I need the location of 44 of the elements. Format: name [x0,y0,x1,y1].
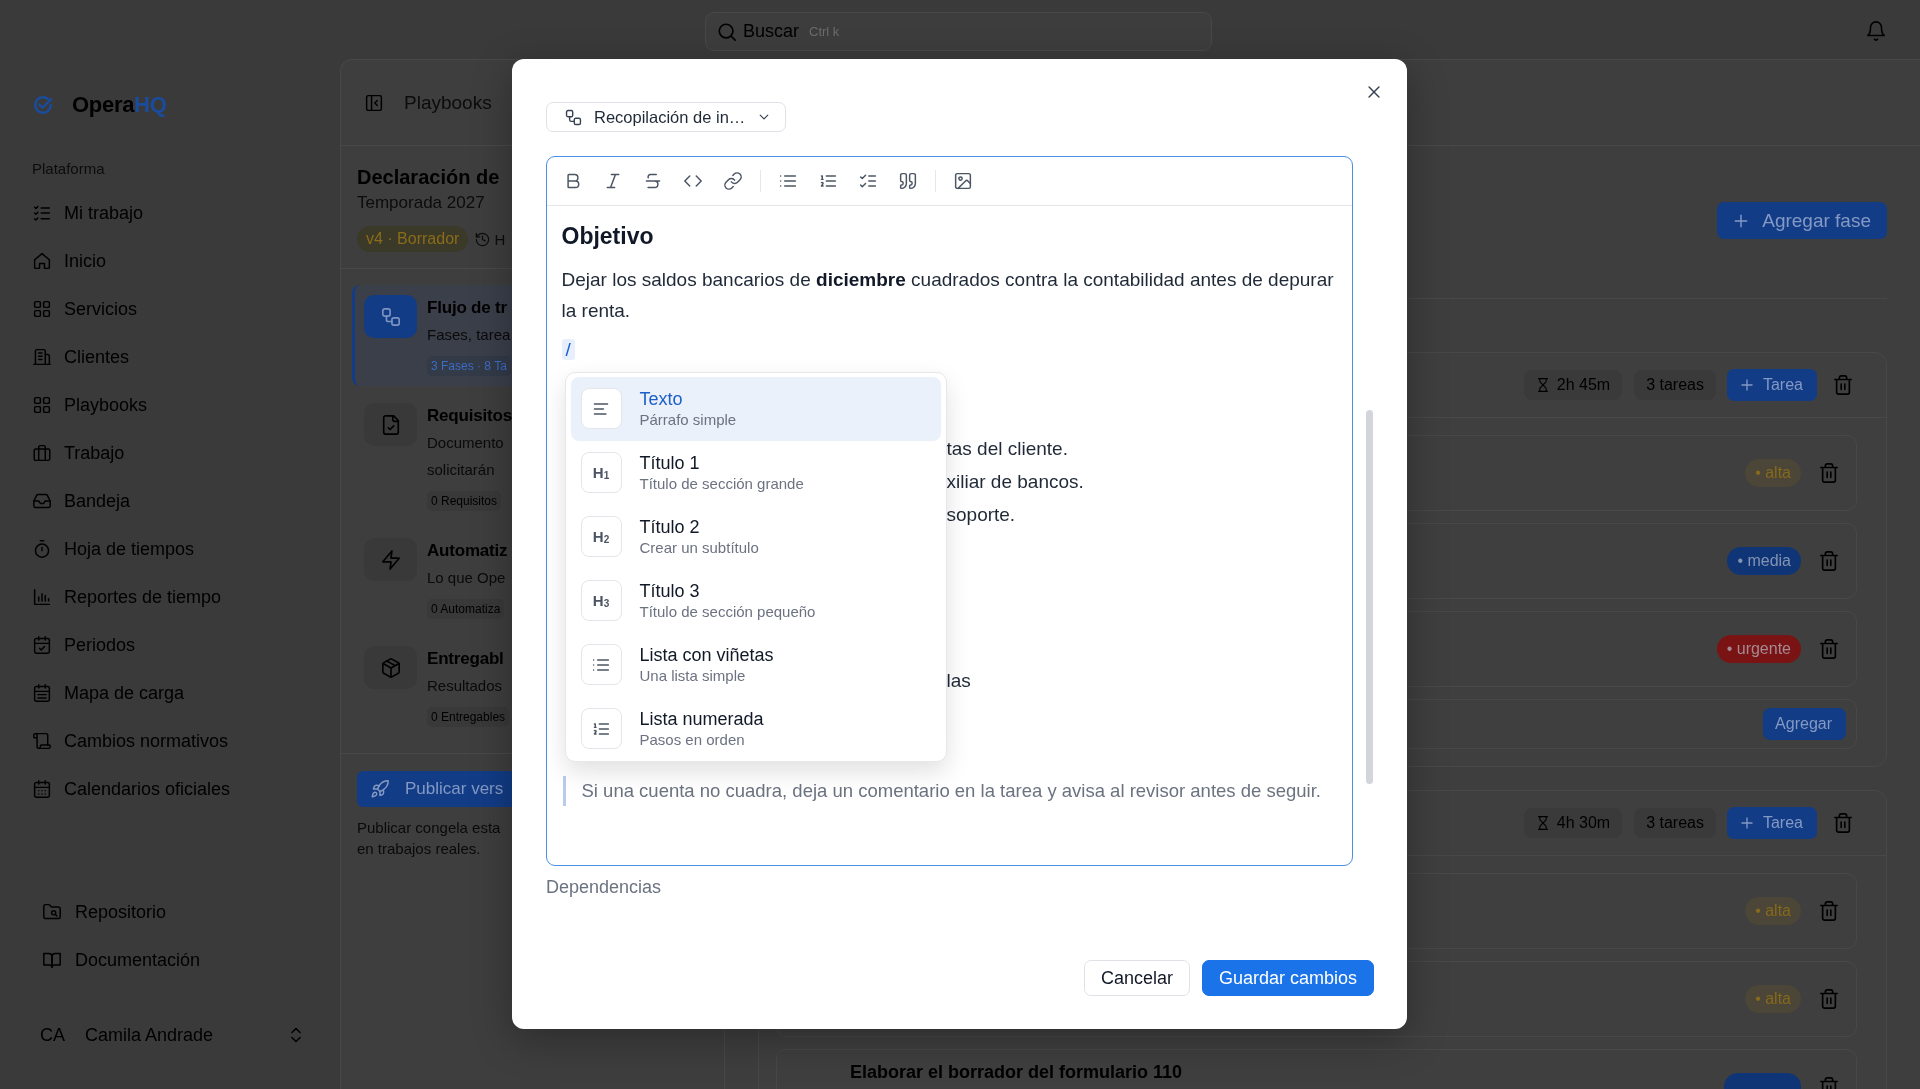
list-item-text: xiliar de bancos. [946,470,1084,492]
menu-item-description: Crear un subtítulo [639,537,759,558]
heading-glyph: H$_{1}$ [580,452,622,493]
avatar-initials: CA [40,1024,66,1046]
priority-badge: • media [1727,547,1801,575]
editor-paragraph: Dejar los saldos bancarios de diciembre cuadrados contra la contabilidad antes de depurar la renta. [561,267,1335,323]
list-item-text: las [946,669,971,691]
section-title: Entregabl [427,648,504,670]
menu-item-title: Lista con viñetas [639,643,774,666]
menu-item-title: Título 2 [639,515,700,538]
menu-item-title: Texto [639,387,683,410]
menu-item-description: Pasos en orden [639,729,745,750]
duration-text: 2h 45m [1556,376,1611,394]
menu-item-title: Lista numerada [639,707,764,730]
task-title: Elaborar el borrador del formulario 110 [850,1061,1183,1083]
section-title: Flujo de tr [427,297,507,319]
version-badge: v4 · Borrador [357,226,469,252]
section-description: Fases, tarea [427,325,511,345]
priority-badge: • urgente [1716,635,1801,663]
duration-text: 4h 30m [1556,814,1611,832]
task-count: 3 tareas [1634,808,1716,838]
menu-item-description: Una lista simple [639,665,746,686]
priority-badge: • alta [1745,985,1801,1013]
brand-name: OperaHQ [72,92,167,118]
dependencies-label: Dependencias [546,876,662,898]
menu-item-description: Párrafo simple [639,409,737,430]
menu-item-title: Título 1 [639,451,700,474]
heading-glyph: H$_{2}$ [580,516,622,557]
editor-quote: Si una cuenta no cuadra, deja un comentario en la tarea y avisa al revisor antes de seguir. [562,776,1321,806]
list-item-text: soporte. [946,503,1016,525]
slash-command: / [561,339,575,360]
section-title: Automatiz [427,540,508,562]
count-chip: 3 Fases · 8 Ta [427,356,511,376]
menu-item-description: Título de sección grande [639,473,804,494]
priority-badge: • alta [1745,897,1801,925]
playbook-title: Declaración de [357,165,500,190]
task-count: 3 tareas [1634,370,1716,400]
list-item-text: tas del cliente. [946,437,1068,459]
editor-heading: Objetivo [561,221,654,251]
menu-item-description: Título de sección pequeño [639,601,816,622]
section-title: Requisitos [427,405,512,427]
heading-glyph: H$_{3}$ [580,580,622,621]
priority-badge: • alta [1745,459,1801,487]
menu-item-title: Título 3 [639,579,700,602]
